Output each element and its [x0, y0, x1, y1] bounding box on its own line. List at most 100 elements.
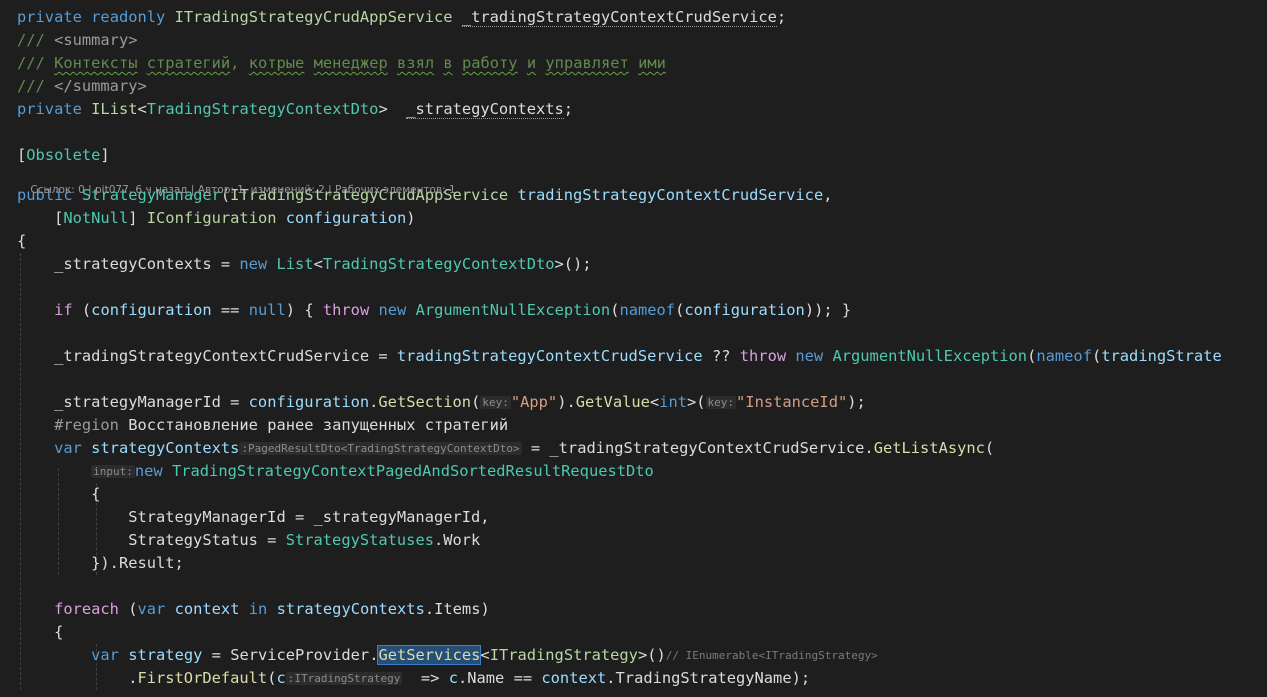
code-token: ( — [1027, 347, 1037, 365]
code-token: IConfiguration — [146, 209, 277, 227]
code-token: strategy — [128, 646, 203, 664]
codelens-author-time[interactable]: pit077, 6 ч назад — [95, 184, 188, 196]
code-token: = — [202, 646, 231, 664]
code-token: . — [17, 669, 138, 687]
code-token: private — [17, 8, 82, 26]
code-line[interactable]: private readonly ITradingStrategyCrudApp… — [17, 6, 1267, 29]
code-line[interactable]: var strategy = ServiceProvider.GetServic… — [17, 644, 1267, 667]
code-token: GetValue — [575, 393, 650, 411]
code-line[interactable]: var strategyContexts:PagedResultDto<Trad… — [17, 437, 1267, 460]
code-line[interactable]: StrategyStatus = StrategyStatuses.Work — [17, 529, 1267, 552]
code-token: ( — [471, 393, 481, 411]
code-token: ими — [638, 54, 666, 72]
code-token: Восстановление ранее запущенных стратеги… — [118, 416, 509, 434]
codelens-authors[interactable]: Автор: 1, изменений: 2 — [198, 184, 325, 196]
code-line[interactable]: if (configuration == null) { throw new A… — [17, 299, 1267, 322]
code-line[interactable]: _strategyContexts = new List<TradingStra… — [17, 253, 1267, 276]
code-token: ( — [118, 600, 138, 618]
code-token: /// — [17, 31, 55, 49]
code-token: ] — [128, 209, 147, 227]
code-line[interactable]: [NotNull] IConfiguration configuration) — [17, 207, 1267, 230]
code-line[interactable]: StrategyManagerId = _strategyManagerId, — [17, 506, 1267, 529]
code-token: Obsolete — [26, 146, 101, 164]
code-line[interactable]: .FirstOrDefault(c:ITradingStrategy => c.… — [17, 667, 1267, 690]
code-line[interactable]: /// </summary> — [17, 75, 1267, 98]
code-editor[interactable]: private readonly ITradingStrategyCrudApp… — [0, 0, 1267, 697]
code-token: котрые — [248, 54, 305, 72]
code-token: ; — [563, 100, 574, 118]
code-line[interactable]: /// Контексты стратегий, котрые менеджер… — [17, 52, 1267, 75]
code-token: private — [17, 100, 82, 118]
code-token: StrategyManagerId = _strategyManagerId, — [17, 508, 490, 526]
code-token: configuration — [285, 209, 407, 227]
codelens[interactable]: Ссылок: 0 | pit077, 6 ч назад | Автор: 1… — [17, 169, 455, 196]
code-token: throw — [322, 301, 370, 319]
code-line[interactable] — [17, 276, 1267, 299]
code-token: /// — [17, 54, 55, 72]
code-token: in — [248, 600, 268, 618]
code-token: foreach — [54, 600, 119, 618]
code-token: ) — [406, 209, 416, 227]
code-line[interactable] — [17, 322, 1267, 345]
code-line[interactable] — [17, 368, 1267, 391]
inlay-hint: :PagedResultDto<TradingStrategyContextDt… — [239, 442, 522, 455]
code-token: . — [369, 393, 379, 411]
code-token: [ — [17, 209, 64, 227]
codelens-work-items[interactable]: Рабочих элементов: 1 — [335, 184, 456, 196]
code-token: TradingStrategyContextDto — [146, 100, 379, 118]
code-token: => — [402, 669, 449, 687]
code-token: ServiceProvider — [230, 646, 370, 664]
code-line[interactable]: { — [17, 483, 1267, 506]
code-token: tradingStrate — [1101, 347, 1222, 365]
code-token: GetSection — [378, 393, 472, 411]
code-line[interactable] — [17, 575, 1267, 598]
code-token: управляет — [545, 54, 629, 72]
code-line[interactable]: private IList<TradingStrategyContextDto>… — [17, 98, 1267, 121]
code-line[interactable]: #region Восстановление ранее запущенных … — [17, 414, 1267, 437]
code-token: ?? — [702, 347, 740, 365]
codelens-separator: | — [324, 184, 336, 196]
code-token: .Work — [433, 531, 481, 549]
code-token: _tradingStrategyContextCrudService = — [17, 347, 397, 365]
code-line[interactable]: _strategyManagerId = configuration.GetSe… — [17, 391, 1267, 414]
code-token: >() — [637, 646, 666, 664]
code-token: StrategyStatuses — [285, 531, 434, 549]
codelens-separator: | — [187, 184, 198, 196]
code-token: throw — [739, 347, 787, 365]
code-token: взял — [397, 54, 435, 72]
code-token: List — [276, 255, 314, 273]
code-token: ( — [675, 301, 685, 319]
code-line[interactable]: input: new TradingStrategyContextPagedAnd… — [17, 460, 1267, 483]
inlay-hint: key: — [705, 396, 737, 409]
code-line[interactable]: { — [17, 621, 1267, 644]
code-token: ArgumentNullException — [415, 301, 611, 319]
code-line[interactable]: }).Result; — [17, 552, 1267, 575]
code-line[interactable] — [17, 121, 1267, 144]
code-line[interactable]: /// <summary> — [17, 29, 1267, 52]
code-token: ) { — [285, 301, 323, 319]
code-token: в — [443, 54, 453, 72]
code-line[interactable]: [Obsolete] — [17, 144, 1267, 167]
code-line[interactable]: _tradingStrategyContextCrudService = tra… — [17, 345, 1267, 368]
code-token: null — [248, 301, 286, 319]
code-line[interactable]: { — [17, 230, 1267, 253]
codelens-references[interactable]: Ссылок: 0 — [30, 184, 84, 196]
code-token: = _tradingStrategyContextCrudService. — [521, 439, 874, 457]
code-token: _strategyManagerId = — [17, 393, 249, 411]
code-token: и — [526, 54, 537, 72]
code-line[interactable]: foreach (var context in strategyContexts… — [17, 598, 1267, 621]
